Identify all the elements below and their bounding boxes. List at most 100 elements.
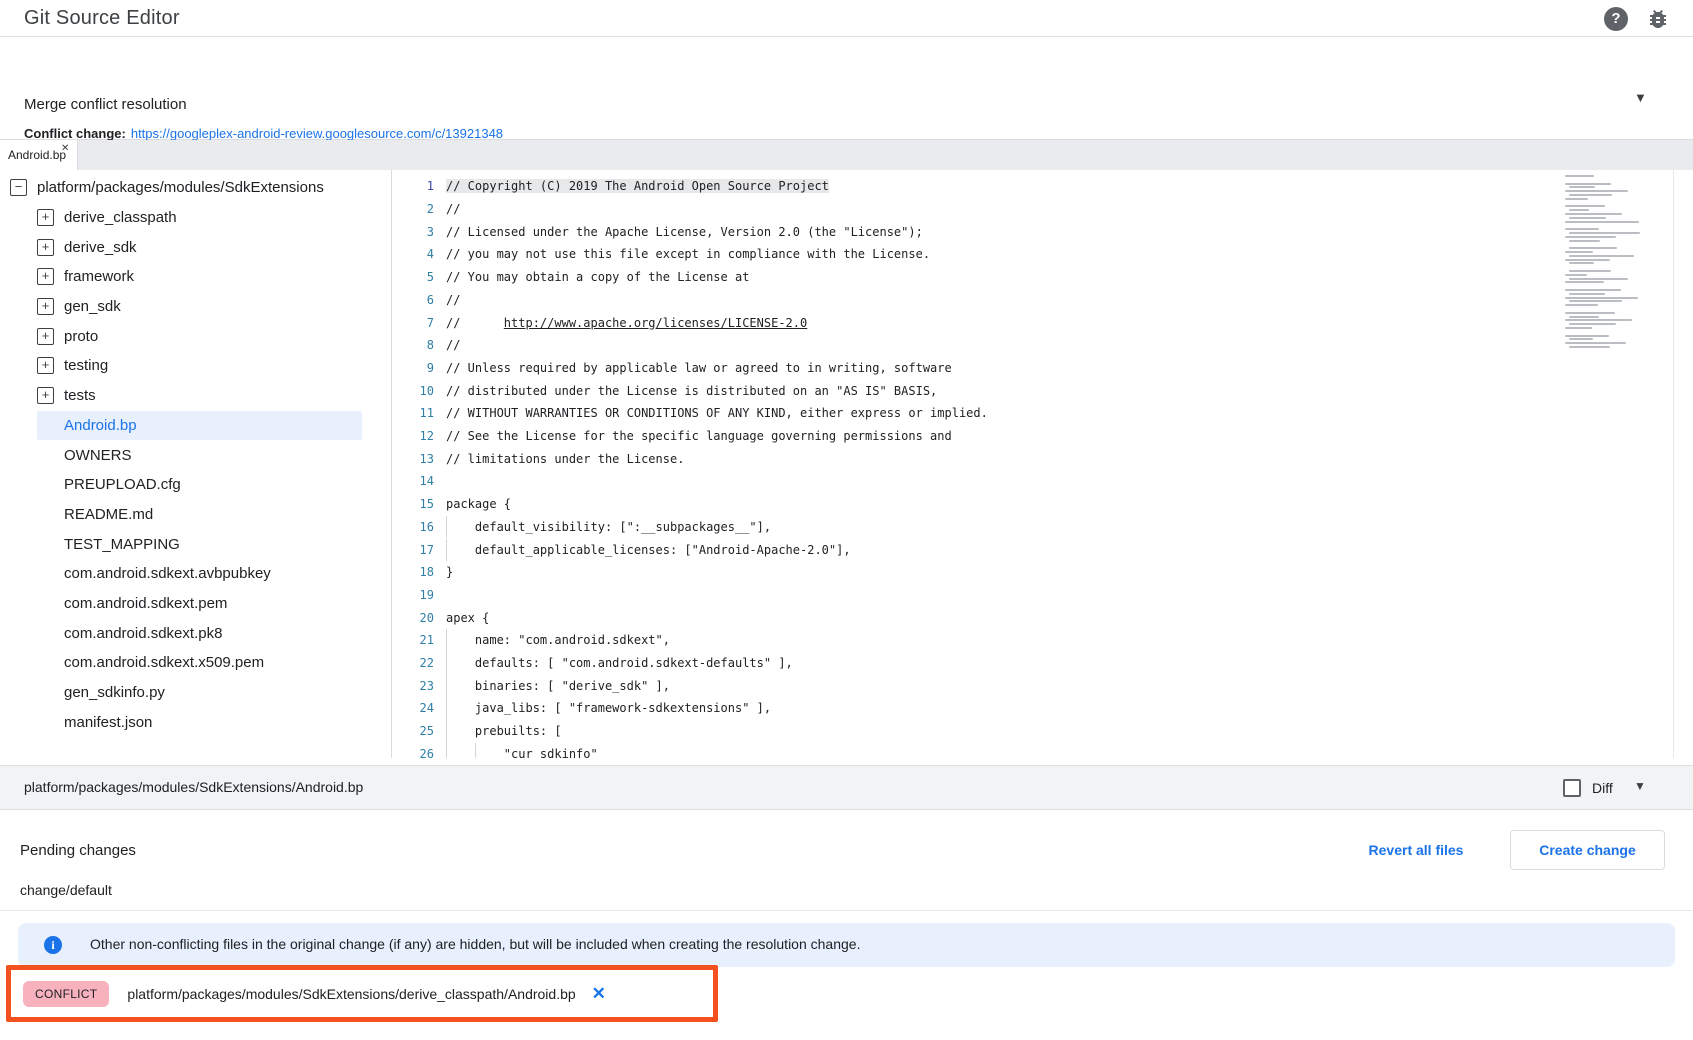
info-banner-text: Other non-conflicting files in the origi… <box>90 936 860 952</box>
tree-folder-derive_classpath[interactable]: +derive_classpath <box>0 203 391 233</box>
tab-android-bp[interactable]: Android.bp ✕ <box>0 140 78 170</box>
expand-icon[interactable]: + <box>37 268 54 285</box>
code-line-1[interactable]: 1// Copyright (C) 2019 The Android Open … <box>393 175 1693 198</box>
tree-file-gen_sdkinfo.py[interactable]: gen_sdkinfo.py <box>37 678 362 708</box>
diff-checkbox[interactable] <box>1563 779 1581 797</box>
tree-file-TEST_MAPPING[interactable]: TEST_MAPPING <box>37 529 362 559</box>
line-number: 1 <box>393 175 434 198</box>
tree-folder-framework[interactable]: +framework <box>0 262 391 292</box>
line-number: 20 <box>393 607 434 630</box>
bug-report-icon[interactable] <box>1646 7 1670 31</box>
tree-file-README.md[interactable]: README.md <box>37 500 362 530</box>
code-text: apex { <box>446 607 489 630</box>
tree-folder-derive_sdk[interactable]: + derive_sdk <box>0 232 391 262</box>
expand-icon[interactable]: + <box>37 298 54 315</box>
code-line-14[interactable]: 14 <box>393 470 1693 493</box>
help-icon[interactable]: ? <box>1604 7 1628 31</box>
code-line-7[interactable]: 7// http://www.apache.org/licenses/LICEN… <box>393 312 1693 335</box>
tree-file-label: com.android.sdkext.pk8 <box>64 625 222 642</box>
line-number: 11 <box>393 402 434 425</box>
line-number: 17 <box>393 539 434 562</box>
expand-icon[interactable]: + <box>37 209 54 226</box>
tree-folder-label: derive_sdk <box>64 239 137 256</box>
expand-icon[interactable]: + <box>37 357 54 374</box>
tree-file-manifest.json[interactable]: manifest.json <box>37 707 362 737</box>
expand-icon[interactable]: + <box>37 387 54 404</box>
tree-folder-proto[interactable]: + proto <box>0 321 391 351</box>
tab-close-icon[interactable]: ✕ <box>61 143 69 154</box>
code-line-25[interactable]: 25 prebuilts: [ <box>393 720 1693 743</box>
line-number: 5 <box>393 266 434 289</box>
line-number: 9 <box>393 357 434 380</box>
line-number: 10 <box>393 380 434 403</box>
line-number: 8 <box>393 334 434 357</box>
code-line-5[interactable]: 5// You may obtain a copy of the License… <box>393 266 1693 289</box>
conflict-change-link[interactable]: https://googleplex-android-review.google… <box>131 126 503 141</box>
code-line-20[interactable]: 20 apex { <box>393 607 1693 630</box>
code-text: binaries: [ "derive_sdk" ], <box>446 675 670 698</box>
code-line-11[interactable]: 11// WITHOUT WARRANTIES OR CONDITIONS OF… <box>393 402 1693 425</box>
code-line-8[interactable]: 8// <box>393 334 1693 357</box>
code-line-23[interactable]: 23 binaries: [ "derive_sdk" ], <box>393 675 1693 698</box>
tree-file-label: gen_sdkinfo.py <box>64 684 165 701</box>
code-line-6[interactable]: 6// <box>393 289 1693 312</box>
code-text: // Unless required by applicable law or … <box>446 357 952 380</box>
code-line-16[interactable]: 16 default_visibility: [":__subpackages_… <box>393 516 1693 539</box>
pending-changes-title: Pending changes <box>20 842 136 859</box>
code-line-21[interactable]: 21 name: "com.android.sdkext", <box>393 629 1693 652</box>
code-line-15[interactable]: 15package { <box>393 493 1693 516</box>
tree-file-com.android.sdkext.pk8[interactable]: com.android.sdkext.pk8 <box>37 618 362 648</box>
tree-file-label: manifest.json <box>64 714 152 731</box>
tree-file-OWNERS[interactable]: OWNERS <box>37 440 362 470</box>
tree-folder-tests[interactable]: + tests <box>0 381 391 411</box>
line-number: 15 <box>393 493 434 516</box>
expand-icon[interactable]: + <box>37 328 54 345</box>
line-number: 12 <box>393 425 434 448</box>
tree-folder-testing[interactable]: +testing <box>0 351 391 381</box>
tree-folder-label: tests <box>64 387 96 404</box>
code-line-18[interactable]: 18} <box>393 561 1693 584</box>
conflict-change-row: Conflict change:https://googleplex-andro… <box>24 126 503 141</box>
editor-tab-bar: Android.bp ✕ <box>0 140 1693 170</box>
line-number: 19 <box>393 584 434 607</box>
code-text: // distributed under the License is dist… <box>446 380 937 403</box>
code-text: defaults: [ "com.android.sdkext-defaults… <box>446 652 793 675</box>
create-change-button[interactable]: Create change <box>1510 830 1665 870</box>
code-line-22[interactable]: 22 defaults: [ "com.android.sdkext-defau… <box>393 652 1693 675</box>
tree-file-PREUPLOAD.cfg[interactable]: PREUPLOAD.cfg <box>37 470 362 500</box>
revert-all-files-button[interactable]: Revert all files <box>1360 830 1472 870</box>
file-tree: −platform/packages/modules/SdkExtensions… <box>0 170 392 758</box>
current-file-path: platform/packages/modules/SdkExtensions/… <box>24 779 363 795</box>
code-line-10[interactable]: 10 // distributed under the License is di… <box>393 380 1693 403</box>
collapse-panel-caret-icon[interactable]: ▼ <box>1634 90 1647 105</box>
code-line-19[interactable]: 19 <box>393 584 1693 607</box>
tree-file-com.android.sdkext.avbpubkey[interactable]: com.android.sdkext.avbpubkey <box>37 559 362 589</box>
page-title: Git Source Editor <box>24 7 180 30</box>
code-line-13[interactable]: 13// limitations under the License. <box>393 448 1693 471</box>
tree-folder-gen_sdk[interactable]: +gen_sdk <box>0 292 391 322</box>
code-line-2[interactable]: 2// <box>393 198 1693 221</box>
tree-root-item[interactable]: −platform/packages/modules/SdkExtensions <box>0 173 391 203</box>
remove-conflict-file-icon[interactable]: ✕ <box>592 985 606 1002</box>
code-line-24[interactable]: 24 java_libs: [ "framework-sdkextensions… <box>393 697 1693 720</box>
code-editor[interactable]: 1// Copyright (C) 2019 The Android Open … <box>393 170 1693 758</box>
code-line-9[interactable]: 9 // Unless required by applicable law or… <box>393 357 1693 380</box>
tree-folder-label: proto <box>64 328 98 345</box>
conflict-file-path[interactable]: platform/packages/modules/SdkExtensions/… <box>127 986 575 1002</box>
merge-conflict-panel: Merge conflict resolution Conflict chang… <box>0 38 1693 140</box>
code-line-26[interactable]: 26 "cur_sdkinfo" <box>393 743 1693 758</box>
code-line-4[interactable]: 4// you may not use this file except in … <box>393 243 1693 266</box>
expand-icon[interactable]: + <box>37 239 54 256</box>
collapse-icon[interactable]: − <box>10 179 27 196</box>
code-text: java_libs: [ "framework-sdkextensions" ]… <box>446 697 771 720</box>
tree-file-com.android.sdkext.x509.pem[interactable]: com.android.sdkext.x509.pem <box>37 648 362 678</box>
code-line-17[interactable]: 17 default_applicable_licenses: ["Androi… <box>393 539 1693 562</box>
tree-file-Android.bp[interactable]: Android.bp <box>37 411 362 441</box>
tree-file-com.android.sdkext.pem[interactable]: com.android.sdkext.pem <box>37 589 362 619</box>
diff-caret-icon[interactable]: ▼ <box>1634 779 1646 793</box>
line-number: 24 <box>393 697 434 720</box>
conflict-file-row-highlighted[interactable]: CONFLICT platform/packages/modules/SdkEx… <box>6 965 718 1022</box>
code-line-12[interactable]: 12// See the License for the specific la… <box>393 425 1693 448</box>
merge-conflict-title: Merge conflict resolution <box>24 96 187 113</box>
code-line-3[interactable]: 3// Licensed under the Apache License, V… <box>393 221 1693 244</box>
